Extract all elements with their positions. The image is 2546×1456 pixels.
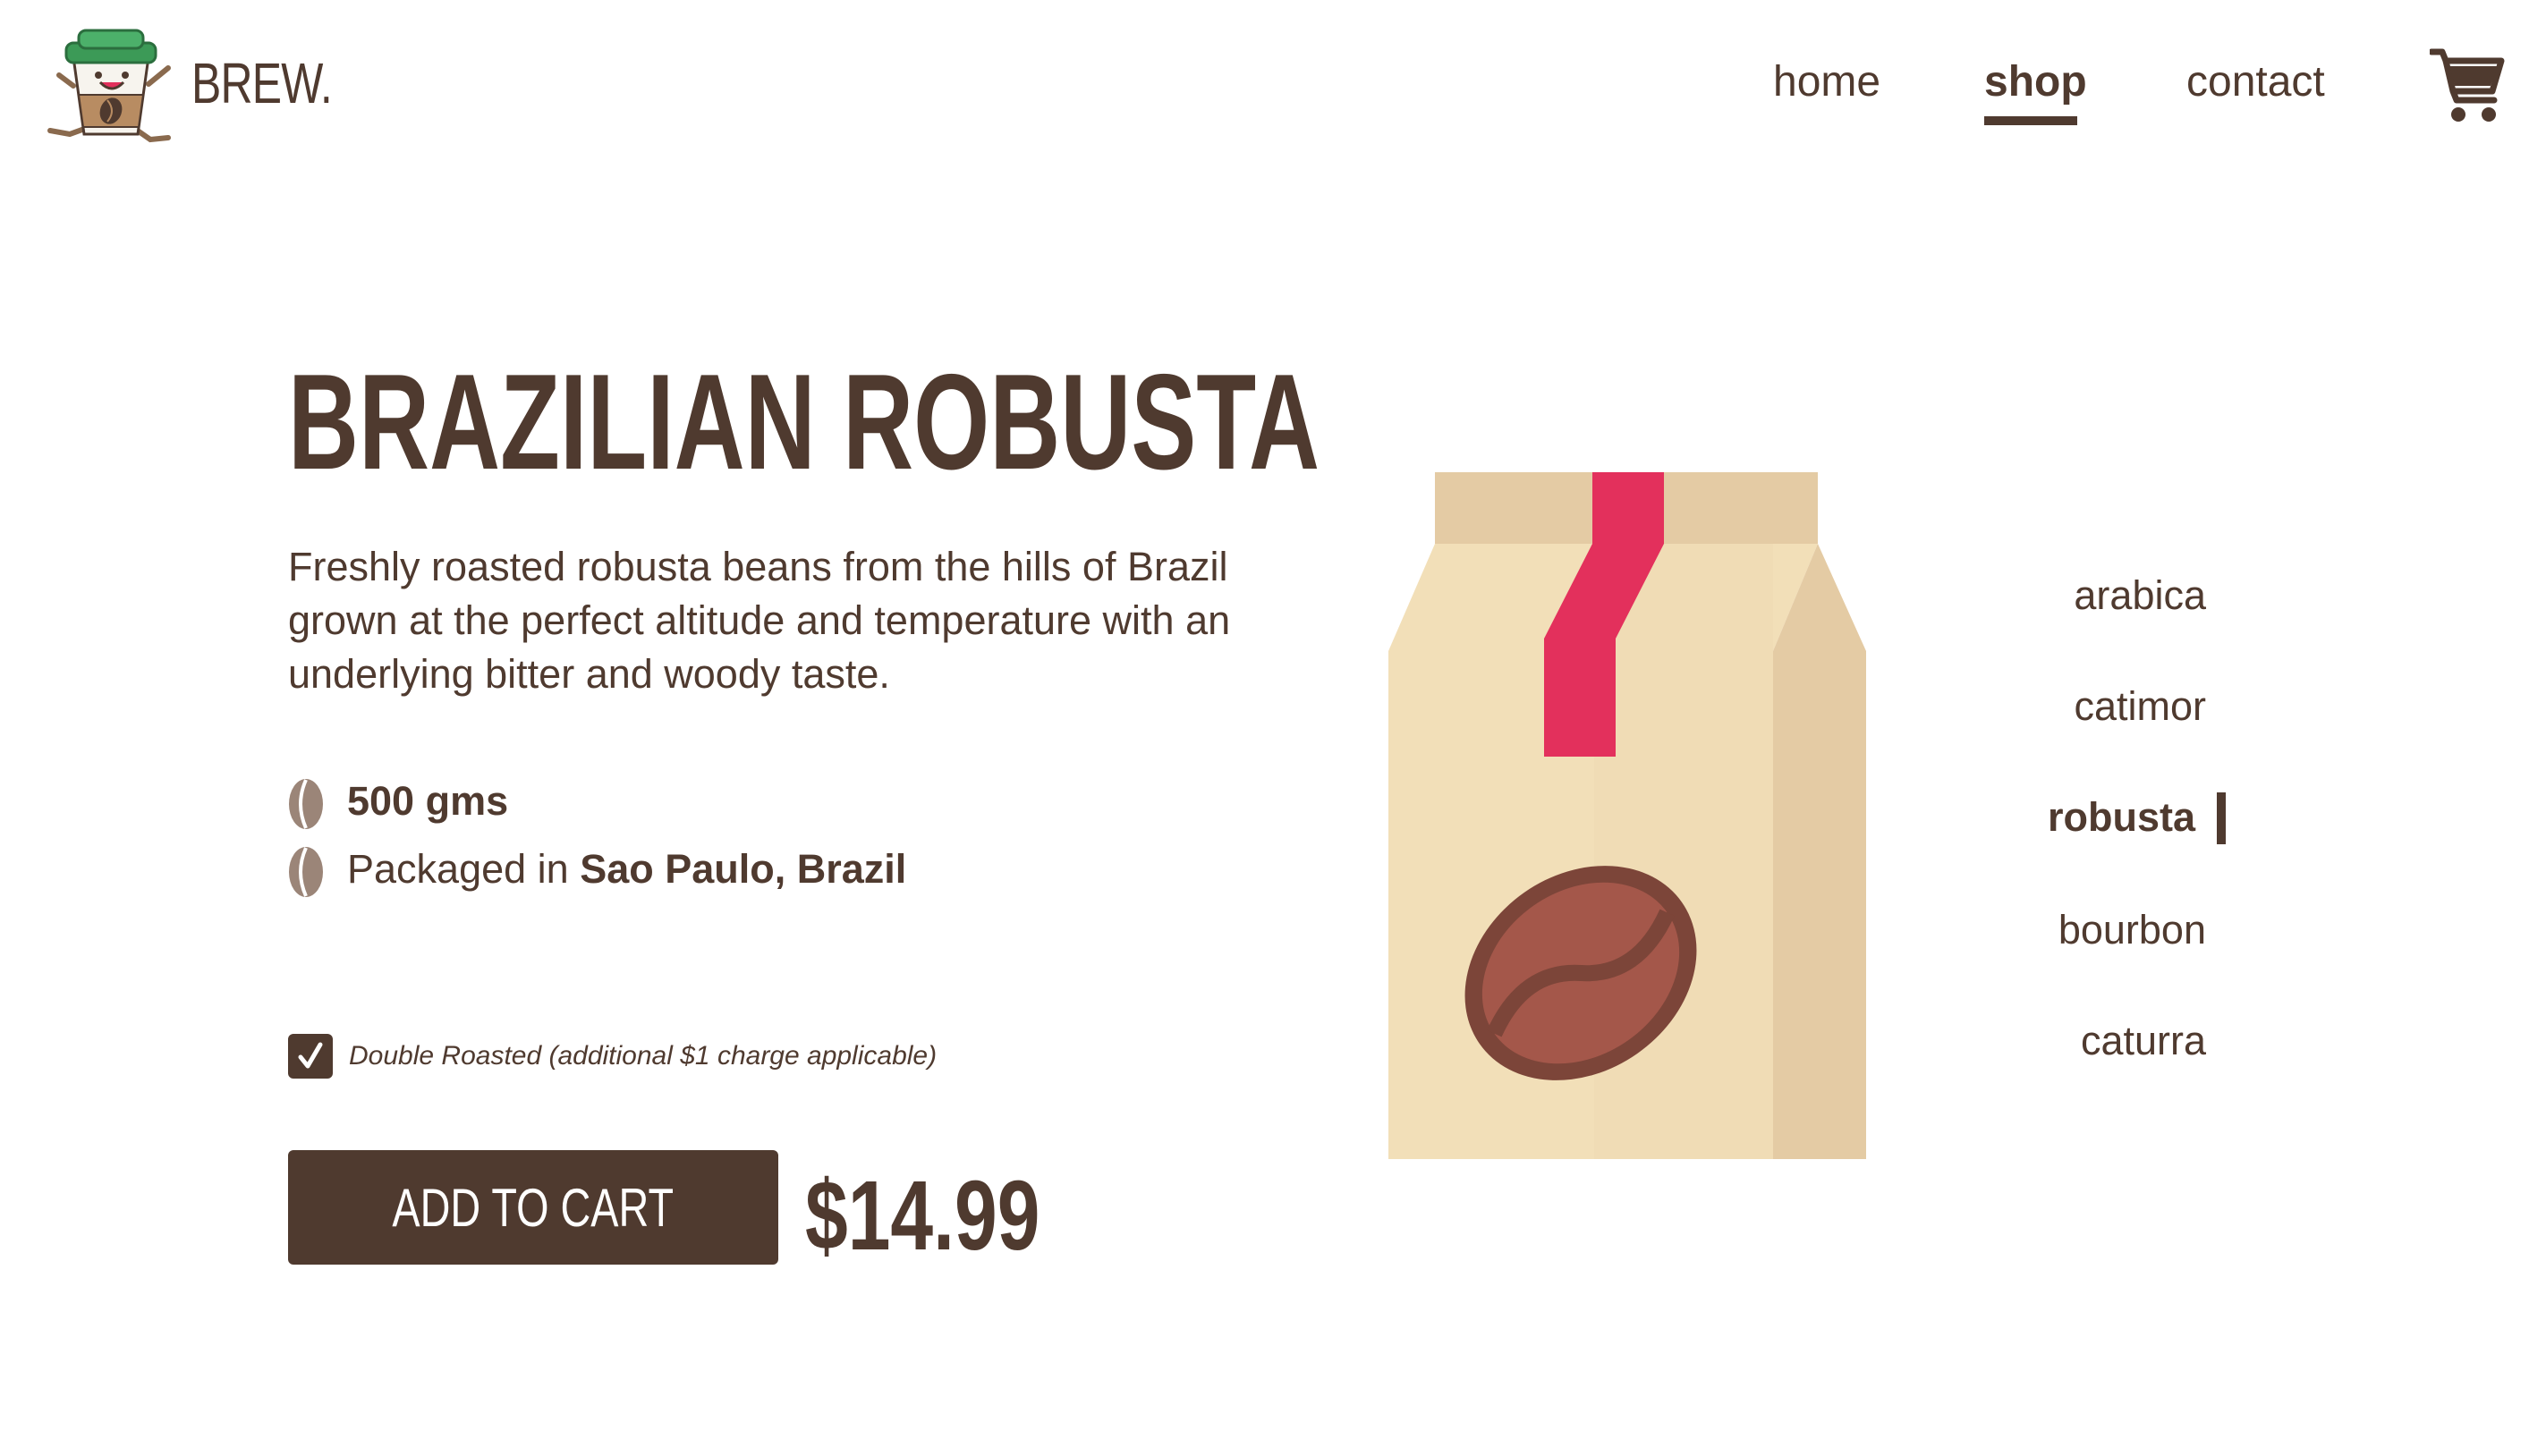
coffee-cup-mascot-icon	[47, 29, 171, 143]
coffee-bag-icon	[1388, 472, 1866, 1159]
variety-arabica[interactable]: arabica	[2074, 572, 2206, 619]
double-roasted-label[interactable]: Double Roasted (additional $1 charge app…	[349, 1041, 937, 1071]
product-description: Freshly roasted robusta beans from the h…	[288, 544, 1231, 697]
coffee-bean-icon	[286, 844, 326, 900]
variety-bourbon[interactable]: bourbon	[2058, 907, 2206, 953]
product-title: BRAZILIAN ROBUSTA	[288, 346, 1320, 498]
nav-active-underline	[1984, 116, 2077, 125]
origin-prefix: Packaged in	[347, 846, 581, 892]
nav-shop[interactable]: shop	[1984, 57, 2087, 106]
brand-name[interactable]: BREW.	[191, 50, 333, 116]
shopping-cart-icon	[2428, 48, 2505, 122]
add-to-cart-button[interactable]: ADD TO CART	[288, 1150, 778, 1265]
coffee-bag-illustration	[1388, 472, 1866, 1159]
nav-home[interactable]: home	[1773, 57, 1880, 106]
coffee-bean-icon	[286, 776, 326, 832]
variety-catimor[interactable]: catimor	[2074, 683, 2206, 730]
cart-button[interactable]	[2428, 47, 2505, 125]
add-to-cart-label: ADD TO CART	[392, 1177, 675, 1238]
origin-location: Sao Paulo, Brazil	[580, 846, 907, 892]
variety-caturra[interactable]: caturra	[2081, 1018, 2206, 1064]
checkmark-icon	[298, 1042, 323, 1069]
product-origin: Packaged in Sao Paulo, Brazil	[347, 846, 906, 893]
brew-logo[interactable]	[43, 21, 186, 148]
product-weight: 500 gms	[347, 778, 509, 824]
product-price: $14.99	[805, 1161, 1040, 1271]
variety-robusta[interactable]: robusta	[2048, 794, 2195, 841]
double-roasted-checkbox[interactable]	[288, 1034, 333, 1079]
variety-selected-marker	[2217, 792, 2226, 844]
nav-contact[interactable]: contact	[2186, 57, 2325, 106]
